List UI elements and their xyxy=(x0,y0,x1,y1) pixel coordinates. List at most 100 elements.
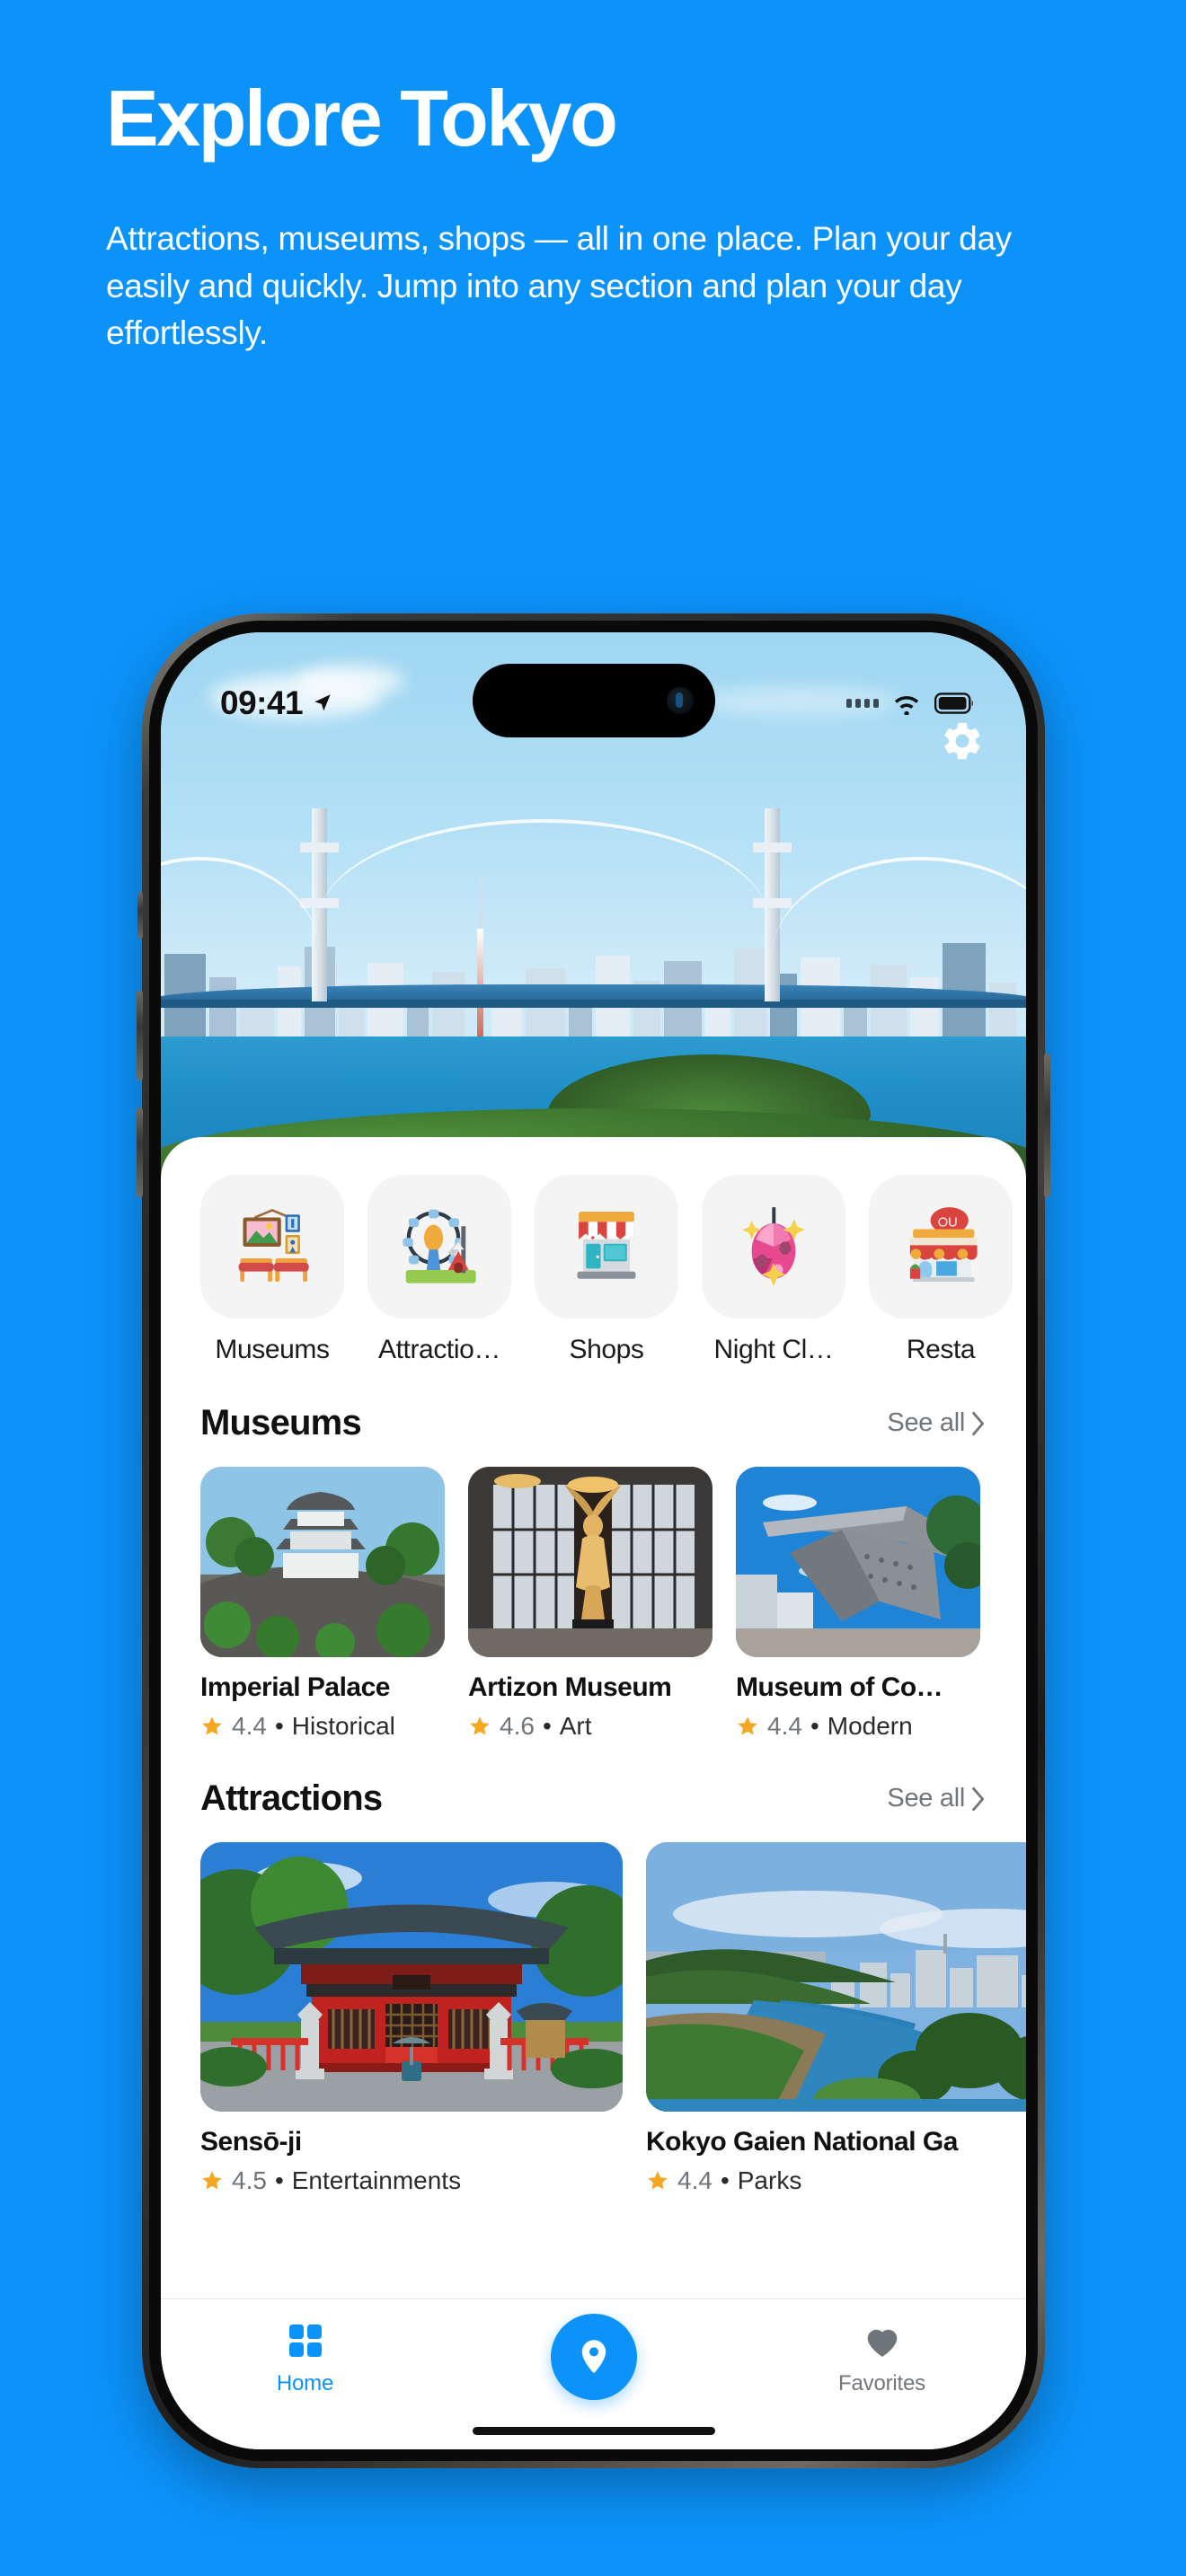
separator: • xyxy=(542,1712,552,1740)
tab-favorites[interactable]: Favorites xyxy=(738,2319,1026,2396)
place-title: Kokyo Gaien National Ga xyxy=(646,2127,958,2157)
category-item-shops[interactable]: Shops xyxy=(535,1175,678,1365)
page-subtitle: Attractions, museums, shops — all in one… xyxy=(106,220,1012,352)
category-label: Resta xyxy=(906,1335,976,1364)
place-image xyxy=(468,1467,712,1657)
imperial-palace-photo xyxy=(200,1467,445,1657)
place-meta: 4.6 • Art xyxy=(468,1712,712,1741)
museums-carousel[interactable]: Imperial Palace 4.4 • Historical Artizon… xyxy=(161,1443,1026,1741)
place-meta: 4.4 • Modern xyxy=(736,1712,980,1741)
category-tile xyxy=(200,1175,344,1319)
place-category: Historical xyxy=(291,1712,395,1740)
status-time-group: 09:41 xyxy=(220,684,334,722)
place-title: Museum of Co… xyxy=(736,1672,943,1702)
section-header-attractions: Attractions See all xyxy=(161,1741,1026,1819)
volume-down-button[interactable] xyxy=(137,1107,143,1197)
map-fab-button[interactable] xyxy=(550,2314,637,2400)
chevron-right-icon xyxy=(972,1411,985,1435)
place-image xyxy=(200,1467,445,1657)
home-indicator[interactable] xyxy=(472,2427,715,2435)
star-icon xyxy=(202,2171,222,2190)
cellular-dots-icon xyxy=(846,699,879,708)
page-title: Explore Tokyo xyxy=(106,74,618,163)
category-label: Night Cl… xyxy=(713,1335,834,1364)
volume-up-button[interactable] xyxy=(137,991,143,1081)
disco-ball-icon xyxy=(742,1207,805,1286)
place-card[interactable]: Artizon Museum 4.6 • Art xyxy=(468,1467,712,1741)
ferris-wheel-icon xyxy=(403,1209,476,1284)
status-time: 09:41 xyxy=(220,684,304,721)
location-arrow-icon xyxy=(314,694,331,711)
place-category: Parks xyxy=(737,2166,802,2194)
bridge-pylon-right xyxy=(753,808,792,1001)
place-image xyxy=(736,1467,980,1657)
promo-header: Explore Tokyo Attractions, museums, shop… xyxy=(106,79,1076,357)
separator: • xyxy=(274,1712,284,1740)
see-all-link-museums[interactable]: See all xyxy=(887,1408,987,1438)
category-item-attractions[interactable]: Attractio… xyxy=(367,1175,511,1365)
section-title: Museums xyxy=(200,1403,362,1442)
separator: • xyxy=(274,2166,284,2194)
kokyo-gaien-photo xyxy=(646,1842,1026,2112)
place-card[interactable]: Kokyo Gaien National Ga 4.4 • Parks xyxy=(646,1842,1026,2195)
place-category: Art xyxy=(559,1712,592,1740)
svg-text:OU: OU xyxy=(938,1215,958,1230)
restaurant-icon: OU xyxy=(909,1207,978,1282)
tab-home[interactable]: Home xyxy=(161,2319,449,2396)
section-header-museums: Museums See all xyxy=(161,1365,1026,1443)
category-item-museums[interactable]: Museums xyxy=(200,1175,344,1365)
place-rating: 4.6 xyxy=(500,1712,535,1740)
category-label: Attractio… xyxy=(377,1335,501,1364)
battery-icon xyxy=(934,693,973,714)
separator: • xyxy=(810,1712,819,1740)
place-rating: 4.4 xyxy=(767,1712,802,1740)
device-bezel: 09:41 Museums Attractio… Shops Night Cl…… xyxy=(149,621,1038,2461)
map-pin-icon xyxy=(581,2340,606,2373)
place-category: Entertainments xyxy=(291,2166,462,2194)
place-rating: 4.4 xyxy=(232,1712,267,1740)
category-item-night-clubs[interactable]: Night Cl… xyxy=(702,1175,845,1365)
see-all-link-attractions[interactable]: See all xyxy=(887,1784,987,1813)
section-title: Attractions xyxy=(200,1778,383,1818)
museum-of-contemporary-art-photo xyxy=(736,1467,980,1657)
place-meta: 4.5 • Entertainments xyxy=(200,2166,623,2195)
star-icon xyxy=(470,1716,490,1735)
category-tile xyxy=(535,1175,678,1319)
place-meta: 4.4 • Parks xyxy=(646,2166,1026,2195)
place-rating: 4.5 xyxy=(232,2166,267,2194)
see-all-label: See all xyxy=(887,1784,965,1813)
place-category: Modern xyxy=(827,1712,913,1740)
place-rating: 4.4 xyxy=(677,2166,712,2194)
star-icon xyxy=(648,2171,668,2190)
place-card[interactable]: Imperial Palace 4.4 • Historical xyxy=(200,1467,445,1741)
storefront-icon xyxy=(577,1212,636,1279)
grid-icon xyxy=(288,2325,322,2357)
star-icon xyxy=(202,1716,222,1735)
separator: • xyxy=(720,2166,730,2194)
place-title: Artizon Museum xyxy=(468,1672,672,1702)
sensoji-photo xyxy=(200,1842,623,2112)
category-label: Museums xyxy=(215,1335,330,1364)
framed-pictures-icon xyxy=(238,1208,309,1282)
see-all-label: See all xyxy=(887,1408,965,1437)
place-card[interactable]: Sensō-ji 4.5 • Entertainments xyxy=(200,1842,623,2195)
category-tile xyxy=(702,1175,845,1319)
phone-device: 09:41 Museums Attractio… Shops Night Cl…… xyxy=(137,613,1050,2468)
attractions-carousel[interactable]: Sensō-ji 4.5 • Entertainments Kokyo Gaie… xyxy=(161,1819,1026,2195)
front-camera xyxy=(666,687,694,714)
heart-icon xyxy=(867,2329,897,2357)
place-meta: 4.4 • Historical xyxy=(200,1712,445,1741)
silent-switch[interactable] xyxy=(137,892,143,939)
content-sheet: Museums Attractio… Shops Night Cl… OU Re… xyxy=(161,1137,1026,2449)
artizon-museum-photo xyxy=(468,1467,712,1657)
category-item-restaurants[interactable]: OU Resta xyxy=(869,1175,1013,1365)
status-indicators xyxy=(846,692,974,715)
place-title: Imperial Palace xyxy=(200,1672,390,1702)
category-carousel[interactable]: Museums Attractio… Shops Night Cl… OU Re… xyxy=(161,1137,1026,1365)
chevron-right-icon xyxy=(972,1786,985,1811)
place-card[interactable]: Museum of Co… 4.4 • Modern xyxy=(736,1467,980,1741)
star-icon xyxy=(738,1716,757,1735)
category-label: Shops xyxy=(569,1335,644,1364)
power-button[interactable] xyxy=(1044,1054,1050,1197)
tab-map-fab[interactable] xyxy=(449,2314,738,2409)
